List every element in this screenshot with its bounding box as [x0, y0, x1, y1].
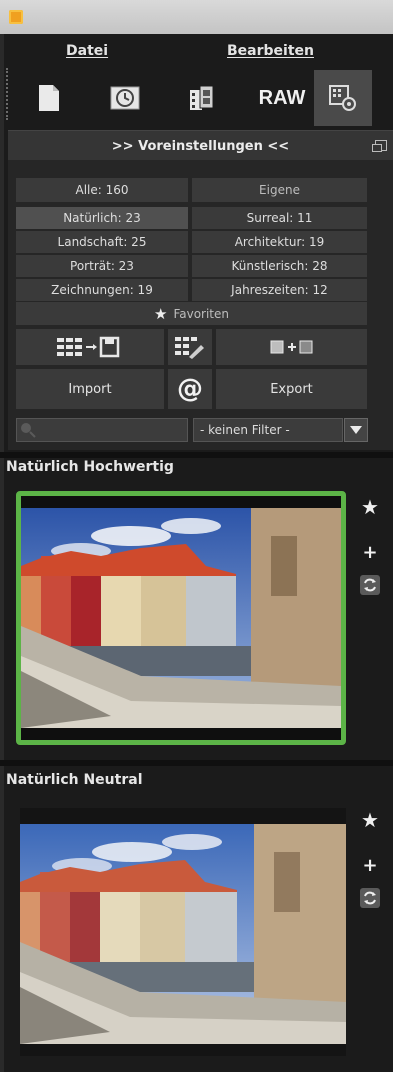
category-zeichnungen[interactable]: Zeichnungen: 19: [16, 279, 188, 301]
add-button-2[interactable]: +: [358, 853, 382, 877]
category-alle[interactable]: Alle: 160: [16, 178, 188, 202]
plus-icon: +: [362, 541, 378, 563]
preset-title-1: Natürlich Hochwertig: [6, 459, 174, 475]
chevron-down-icon: [350, 426, 362, 434]
menu-datei[interactable]: Datei: [66, 43, 108, 59]
add-button-1[interactable]: +: [358, 540, 382, 564]
grid-edit-icon: [175, 337, 204, 359]
save-preset-button[interactable]: [16, 329, 164, 365]
history-icon: [110, 86, 140, 110]
presets-section-header[interactable]: >> Voreinstellungen <<: [8, 130, 393, 162]
category-eigene[interactable]: Eigene: [192, 178, 367, 202]
replace-button-2[interactable]: [358, 886, 382, 910]
media-button[interactable]: [173, 70, 231, 126]
preset-thumbnail-1[interactable]: [16, 491, 346, 745]
category-favoriten[interactable]: ★ Favoriten: [16, 302, 367, 325]
category-natuerlich[interactable]: Natürlich: 23: [16, 207, 188, 229]
favorite-button-1[interactable]: ★: [358, 495, 382, 519]
star-icon: ★: [153, 304, 168, 323]
menu-bar: Datei Bearbeiten: [8, 38, 393, 68]
category-landschaft[interactable]: Landschaft: 25: [16, 231, 188, 253]
menu-bearbeiten[interactable]: Bearbeiten: [227, 43, 314, 59]
star-icon: ★: [361, 808, 379, 832]
window-titlebar: [0, 0, 393, 34]
category-surreal[interactable]: Surreal: 11: [192, 207, 367, 229]
panel-edge: [0, 34, 4, 1072]
divider: [0, 452, 393, 458]
new-file-button[interactable]: [20, 70, 78, 126]
compare-icon: [270, 340, 312, 354]
toolbar: RAW: [8, 68, 393, 128]
preset-title-2: Natürlich Neutral: [6, 772, 143, 788]
app-icon: [9, 10, 23, 24]
email-button[interactable]: @: [168, 369, 212, 409]
compare-button[interactable]: [216, 329, 367, 365]
preview-image-2: [20, 808, 346, 1056]
edit-preset-button[interactable]: [168, 329, 212, 365]
filter-select[interactable]: - keinen Filter -: [193, 418, 343, 442]
settings-icon: [329, 85, 356, 111]
divider: [0, 760, 393, 766]
replace-button-1[interactable]: [358, 573, 382, 597]
preset-settings-button[interactable]: [314, 70, 372, 126]
raw-label: RAW: [258, 86, 306, 109]
sync-icon: [360, 575, 380, 595]
star-icon: ★: [361, 495, 379, 519]
filter-dropdown-button[interactable]: [344, 418, 368, 442]
search-input[interactable]: [16, 418, 188, 442]
film-icon: [190, 85, 214, 110]
history-button[interactable]: [96, 70, 154, 126]
sync-icon: [360, 888, 380, 908]
category-portraet[interactable]: Porträt: 23: [16, 255, 188, 277]
preview-image-1: [21, 496, 341, 740]
category-jahreszeiten[interactable]: Jahreszeiten: 12: [192, 279, 367, 301]
grid-to-file-icon: [57, 336, 120, 358]
search-icon: [21, 423, 36, 438]
category-architektur[interactable]: Architektur: 19: [192, 231, 367, 253]
favorite-button-2[interactable]: ★: [358, 808, 382, 832]
category-kuenstlerisch[interactable]: Künstlerisch: 28: [192, 255, 367, 277]
section-title: >> Voreinstellungen <<: [111, 138, 290, 154]
plus-icon: +: [362, 854, 378, 876]
favoriten-label: Favoriten: [173, 306, 229, 321]
import-button[interactable]: Import: [16, 369, 164, 409]
detach-icon[interactable]: [372, 140, 387, 152]
preset-thumbnail-2[interactable]: [20, 808, 346, 1056]
export-button[interactable]: Export: [216, 369, 367, 409]
document-icon: [39, 85, 59, 111]
raw-button[interactable]: RAW: [253, 70, 311, 126]
